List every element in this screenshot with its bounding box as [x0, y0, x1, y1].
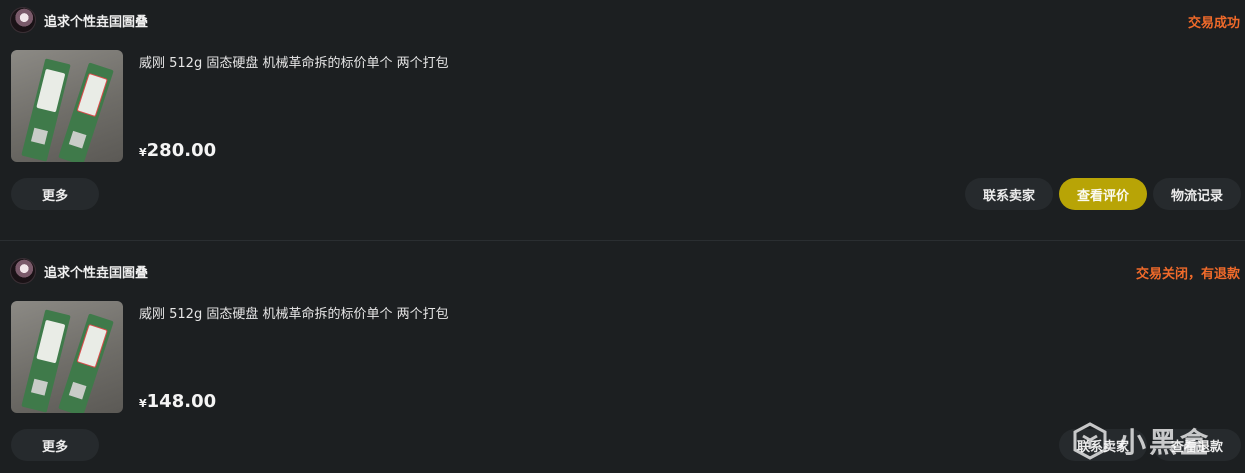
seller-name[interactable]: 追求个性垚囯圄叠 [44, 262, 148, 281]
price-amount: 148.00 [146, 391, 217, 412]
contact-seller-button[interactable]: 联系卖家 [965, 178, 1053, 210]
more-button[interactable]: 更多 [11, 429, 99, 461]
product-thumbnail[interactable] [11, 50, 123, 162]
product-thumbnail[interactable] [11, 301, 123, 413]
view-review-button[interactable]: 查看评价 [1059, 178, 1147, 210]
divider [0, 240, 1245, 241]
order-card: 追求个性垚囯圄叠 交易成功 威刚 512g 固态硬盘 机械革命拆的标价单个 两个… [0, 0, 1245, 240]
product-title[interactable]: 威刚 512g 固态硬盘 机械革命拆的标价单个 两个打包 [139, 303, 449, 322]
more-button[interactable]: 更多 [11, 178, 99, 210]
currency-symbol: ¥ [139, 397, 147, 410]
price-amount: 280.00 [146, 140, 217, 161]
currency-symbol: ¥ [139, 146, 147, 159]
order-card: 追求个性垚囯圄叠 交易关闭，有退款 威刚 512g 固态硬盘 机械革命拆的标价单… [0, 251, 1245, 473]
contact-seller-button[interactable]: 联系卖家 [1059, 429, 1147, 461]
view-refund-button[interactable]: 查看退款 [1153, 429, 1241, 461]
avatar[interactable] [10, 7, 36, 33]
seller-name[interactable]: 追求个性垚囯圄叠 [44, 11, 148, 30]
logistics-record-button[interactable]: 物流记录 [1153, 178, 1241, 210]
order-status: 交易成功 [1187, 16, 1240, 31]
order-status: 交易关闭，有退款 [1135, 267, 1240, 282]
product-price: ¥148.00 [139, 391, 216, 412]
seller-row[interactable]: 追求个性垚囯圄叠 [10, 6, 148, 34]
product-title[interactable]: 威刚 512g 固态硬盘 机械革命拆的标价单个 两个打包 [139, 52, 449, 71]
product-price: ¥280.00 [139, 140, 216, 161]
seller-row[interactable]: 追求个性垚囯圄叠 [10, 257, 148, 285]
avatar[interactable] [10, 258, 36, 284]
